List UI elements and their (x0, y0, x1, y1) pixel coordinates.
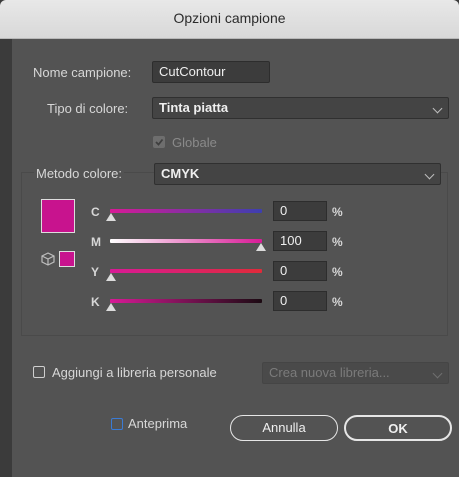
channel-c-input[interactable]: 0 (273, 201, 327, 221)
gamut-swatch[interactable] (59, 251, 75, 267)
preview-checkbox[interactable] (111, 418, 123, 430)
channel-m-label: M (91, 235, 101, 249)
channel-m-input[interactable]: 100 (273, 231, 327, 251)
color-group (21, 172, 448, 336)
channel-k-unit: % (332, 295, 343, 309)
channel-y-label: Y (91, 265, 100, 279)
add-to-library-label: Aggiungi a libreria personale (52, 365, 217, 380)
color-mode-select[interactable]: CMYK (154, 163, 441, 185)
chevron-down-icon (424, 169, 435, 180)
channel-m-slider[interactable] (110, 239, 262, 243)
channel-c-label: C (91, 205, 100, 219)
channel-c-thumb[interactable] (106, 213, 116, 221)
check-icon (155, 138, 164, 146)
swatch-name-input[interactable]: CutContour (152, 61, 270, 83)
window-title: Opzioni campione (173, 10, 286, 26)
color-type-value: Tinta piatta (159, 100, 229, 115)
chevron-down-icon (432, 368, 443, 379)
channel-k-slider[interactable] (110, 299, 262, 303)
channel-y-unit: % (332, 265, 343, 279)
channel-y-slider[interactable] (110, 269, 262, 273)
channel-m-thumb[interactable] (256, 243, 266, 251)
channel-k-label: K (91, 295, 100, 309)
color-type-select[interactable]: Tinta piatta (152, 97, 449, 119)
global-checkbox[interactable] (153, 136, 165, 148)
channel-c-unit: % (332, 205, 343, 219)
color-type-label: Tipo di colore: (47, 101, 129, 116)
cancel-button[interactable]: Annulla (230, 415, 338, 441)
out-of-gamut-cube-icon[interactable] (41, 252, 55, 266)
preview-label: Anteprima (128, 416, 188, 431)
channel-k-thumb[interactable] (106, 303, 116, 311)
global-label: Globale (172, 135, 217, 150)
channel-m-unit: % (332, 235, 343, 249)
ok-button[interactable]: OK (344, 415, 452, 441)
chevron-down-icon (432, 103, 443, 114)
library-select-placeholder: Crea nuova libreria... (269, 365, 390, 380)
color-mode-label: Metodo colore: (34, 166, 124, 181)
channel-y-input[interactable]: 0 (273, 261, 327, 281)
library-select[interactable]: Crea nuova libreria... (262, 362, 449, 384)
channel-c-slider[interactable] (110, 209, 262, 213)
channel-y-thumb[interactable] (106, 273, 116, 281)
title-bar: Opzioni campione (0, 0, 459, 39)
swatch-name-label: Nome campione: (33, 65, 132, 80)
add-to-library-checkbox[interactable] (33, 366, 45, 378)
channel-k-input[interactable]: 0 (273, 291, 327, 311)
color-preview-swatch (41, 199, 75, 233)
color-mode-value: CMYK (161, 166, 200, 181)
